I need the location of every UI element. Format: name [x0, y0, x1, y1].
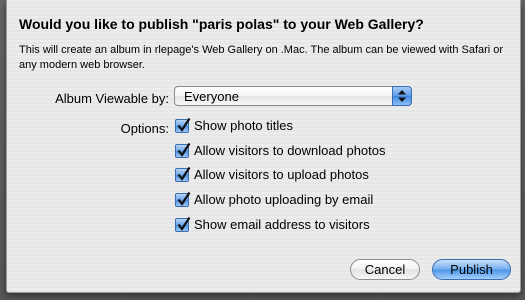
checkmark-icon [177, 142, 191, 157]
option-label: Allow photo uploading by email [194, 192, 374, 207]
dialog-title: Would you like to publish "paris polas" … [19, 16, 424, 32]
dialog-description: This will create an album in rlepage's W… [19, 44, 504, 71]
option-label: Allow visitors to download photos [194, 143, 386, 158]
publish-button[interactable]: Publish [432, 259, 511, 280]
option-label: Show photo titles [194, 118, 294, 133]
album-viewable-value: Everyone [184, 89, 239, 104]
checkbox[interactable] [175, 166, 191, 182]
checkmark-icon [177, 117, 191, 132]
checkmark-icon [177, 216, 191, 231]
checkbox[interactable] [175, 117, 191, 133]
checkmark-icon [177, 191, 191, 206]
checkmark-icon [177, 166, 191, 181]
popup-updown-arrows-icon [392, 86, 412, 106]
options-label: Options: [120, 121, 169, 136]
option-label: Allow visitors to upload photos [194, 167, 369, 182]
checkbox[interactable] [175, 216, 191, 232]
option-label: Show email address to visitors [194, 217, 370, 232]
checkbox[interactable] [175, 142, 191, 158]
publish-sheet-dialog: Would you like to publish "paris polas" … [6, 0, 521, 293]
checkbox[interactable] [175, 191, 191, 207]
album-viewable-popup[interactable]: Everyone [174, 86, 412, 106]
cancel-button[interactable]: Cancel [350, 259, 420, 280]
album-viewable-label: Album Viewable by: [55, 91, 169, 106]
